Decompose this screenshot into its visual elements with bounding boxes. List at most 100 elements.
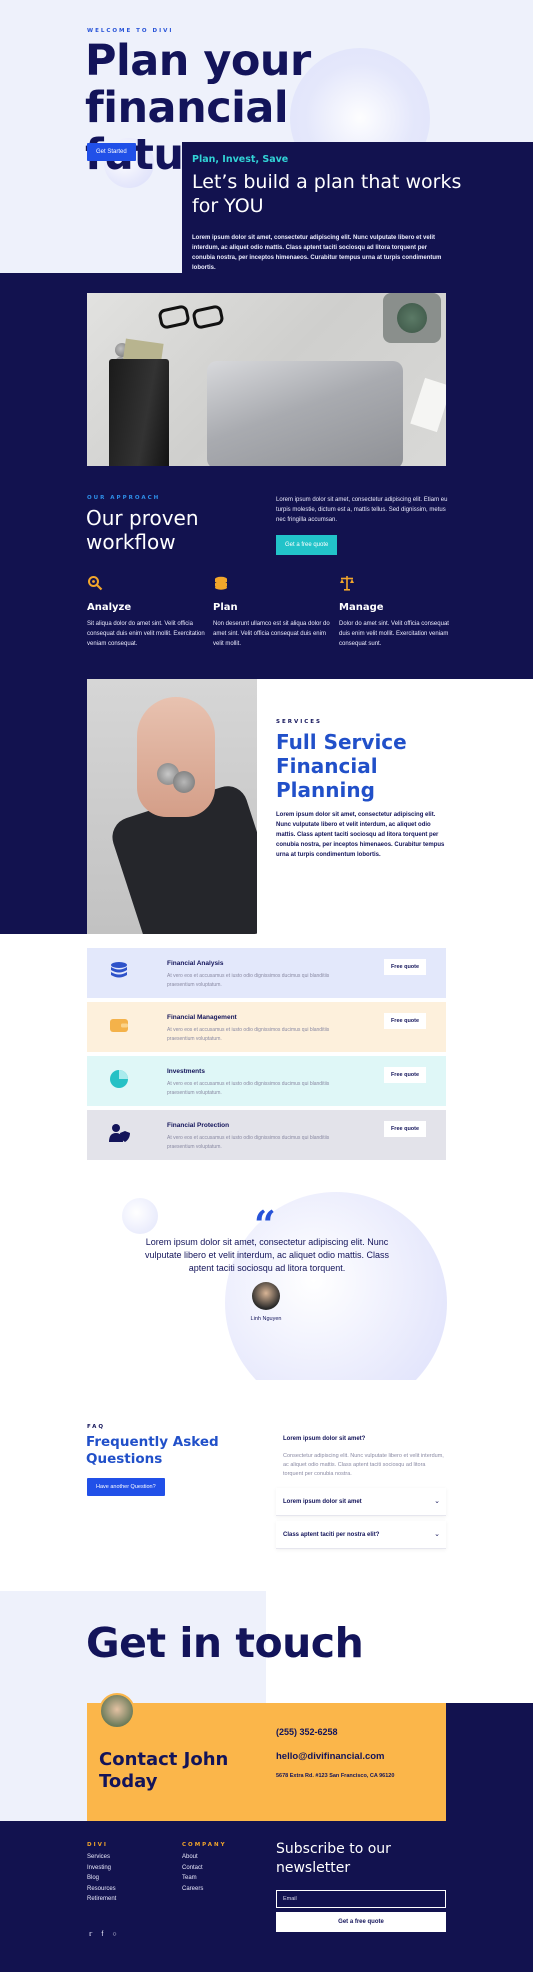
faq-accordion-item[interactable]: Lorem ipsum dolor sit amet ⌄ — [276, 1488, 446, 1516]
ask-question-button[interactable]: Have another Question? — [87, 1478, 165, 1496]
free-quote-button[interactable]: Free quote — [384, 1013, 426, 1029]
scales-icon — [339, 575, 357, 593]
contact-email[interactable]: hello@divifinancial.com — [276, 1751, 385, 1762]
free-quote-button[interactable]: Free quote — [384, 959, 426, 975]
hero-card-heading: Let’s build a plan that works for YOU — [192, 171, 462, 217]
approach-description: Lorem ipsum dolor sit amet, consectetur … — [276, 497, 448, 523]
service-row-financial-protection: Financial Protection At vero eos et accu… — [87, 1110, 446, 1160]
service-row-financial-analysis: Financial Analysis At vero eos et accusa… — [87, 948, 446, 998]
faq-title: Frequently Asked Questions — [86, 1434, 219, 1467]
magnifier-icon — [87, 575, 105, 593]
contact-address: 5678 Extra Rd. #123 San Francisco, CA 96… — [276, 1773, 395, 1779]
newsletter-title: Subscribe to our newsletter — [276, 1841, 391, 1876]
services-title: Full Service Financial Planning — [276, 730, 407, 802]
footer-link[interactable]: Contact — [182, 1863, 227, 1874]
testimonial-quote: Lorem ipsum dolor sit amet, consectetur … — [144, 1237, 390, 1273]
chevron-down-icon: ⌄ — [434, 1498, 440, 1505]
service-body: At vero eos et accusamus et iusto odio d… — [167, 1081, 330, 1096]
service-list: Financial Analysis At vero eos et accusa… — [0, 934, 533, 1184]
feature-body: Dolor do amet sint. Velit officia conseq… — [339, 621, 449, 647]
pie-chart-icon — [109, 1069, 129, 1089]
glasses — [157, 301, 229, 333]
hand-coins-photo — [87, 679, 257, 934]
service-body: At vero eos et accusamus et iusto odio d… — [167, 1027, 330, 1042]
contact-section: Get in touch Contact John Today (255) 35… — [0, 1591, 533, 1821]
faq-accordion-item[interactable]: Class aptent taciti per nostra elit? ⌄ — [276, 1521, 446, 1549]
user-shield-icon — [109, 1123, 130, 1143]
hero-section: WELCOME TO DIVI Plan your financial futu… — [0, 0, 533, 273]
footer-column-title: DIVI — [87, 1842, 108, 1848]
coins-icon — [213, 575, 231, 593]
service-title: Financial Management — [167, 1014, 237, 1021]
service-body: At vero eos et accusamus et iusto odio d… — [167, 1135, 330, 1150]
feature-title: Plan — [213, 602, 238, 613]
testimonial-section: “ Lorem ipsum dolor sit amet, consectetu… — [0, 1184, 533, 1380]
footer-link[interactable]: Retirement — [87, 1894, 116, 1905]
approach-section: OUR APPROACH Our proven workflow Lorem i… — [0, 273, 533, 679]
faq-question: Class aptent taciti per nostra elit? — [283, 1532, 380, 1538]
footer-column-title: COMPANY — [182, 1842, 227, 1848]
contact-title: Get in touch — [86, 1619, 364, 1667]
free-quote-button[interactable]: Free quote — [384, 1067, 426, 1083]
plant-pot — [383, 293, 441, 343]
paper-card — [410, 377, 446, 433]
footer-link[interactable]: Investing — [87, 1863, 116, 1874]
free-quote-button[interactable]: Get a free quote — [276, 535, 338, 555]
hero-plan-card: Plan, Invest, Save Let’s build a plan th… — [182, 142, 533, 273]
services-body: Lorem ipsum dolor sit amet, consectetur … — [276, 812, 445, 858]
approach-title: Our proven workflow — [86, 506, 199, 554]
wallet-icon — [109, 1015, 129, 1035]
navy-panel — [0, 679, 87, 934]
hero-card-kicker: Plan, Invest, Save — [192, 154, 289, 165]
service-body: At vero eos et accusamus et iusto odio d… — [167, 973, 330, 988]
footer-link[interactable]: Blog — [87, 1873, 116, 1884]
footer: DIVI Services Investing Blog Resources R… — [0, 1821, 533, 1972]
service-title: Financial Protection — [167, 1122, 230, 1129]
faq-question: Lorem ipsum dolor sit amet — [283, 1499, 362, 1505]
footer-link[interactable]: Team — [182, 1873, 227, 1884]
hero-card-body: Lorem ipsum dolor sit amet, consectetur … — [192, 235, 442, 271]
service-row-financial-management: Financial Management At vero eos et accu… — [87, 1002, 446, 1052]
faq-open-answer: Consectetur adipiscing elit. Nunc vulput… — [283, 1453, 444, 1477]
instagram-icon[interactable]: ○ — [112, 1931, 116, 1938]
faq-section: FAQ Frequently Asked Questions Have anot… — [0, 1380, 533, 1591]
feature-analyze: Analyze Sit aliqua dolor do amet sint. V… — [87, 575, 205, 649]
avatar — [252, 1282, 280, 1310]
faq-open-question[interactable]: Lorem ipsum dolor sit amet? — [283, 1436, 447, 1442]
service-row-investments: Investments At vero eos et accusamus et … — [87, 1056, 446, 1106]
subscribe-button[interactable]: Get a free quote — [276, 1912, 446, 1932]
feature-plan: Plan Non deserunt ullamco est sit aliqua… — [213, 575, 331, 649]
footer-link[interactable]: Careers — [182, 1884, 227, 1895]
facebook-icon[interactable]: f — [101, 1931, 103, 1938]
avatar — [99, 1693, 135, 1729]
service-title: Financial Analysis — [167, 960, 224, 967]
newsletter-email-input[interactable] — [276, 1890, 446, 1908]
get-started-button[interactable]: Get Started — [87, 143, 136, 161]
free-quote-button[interactable]: Free quote — [384, 1121, 426, 1137]
database-icon — [109, 961, 129, 981]
feature-title: Manage — [339, 602, 384, 613]
chevron-down-icon: ⌄ — [434, 1531, 440, 1538]
feature-manage: Manage Dolor do amet sint. Velit officia… — [339, 575, 457, 649]
feature-body: Non deserunt ullamco est sit aliqua dolo… — [213, 621, 330, 647]
footer-column-company: COMPANY About Contact Team Careers — [182, 1842, 227, 1894]
services-eyebrow: SERVICES — [276, 719, 323, 725]
feature-title: Analyze — [87, 602, 132, 613]
hero-eyebrow: WELCOME TO DIVI — [87, 28, 174, 34]
wallet — [109, 359, 169, 466]
desk-photo — [87, 293, 446, 466]
laptop — [207, 361, 403, 466]
testimonial-name: Linh Nguyen — [250, 1316, 282, 1322]
twitter-icon[interactable]: 𝕣 — [89, 1930, 92, 1938]
services-section: SERVICES Full Service Financial Planning… — [0, 679, 533, 934]
contact-phone[interactable]: (255) 352-6258 — [276, 1727, 338, 1737]
approach-eyebrow: OUR APPROACH — [87, 495, 161, 501]
footer-link[interactable]: About — [182, 1852, 227, 1863]
footer-column-divi: DIVI Services Investing Blog Resources R… — [87, 1842, 116, 1905]
footer-link[interactable]: Services — [87, 1852, 116, 1863]
contact-card-title: Contact John Today — [99, 1749, 229, 1792]
service-title: Investments — [167, 1068, 205, 1075]
footer-link[interactable]: Resources — [87, 1884, 116, 1895]
navy-panel — [446, 1703, 533, 1821]
faq-eyebrow: FAQ — [87, 1424, 106, 1430]
